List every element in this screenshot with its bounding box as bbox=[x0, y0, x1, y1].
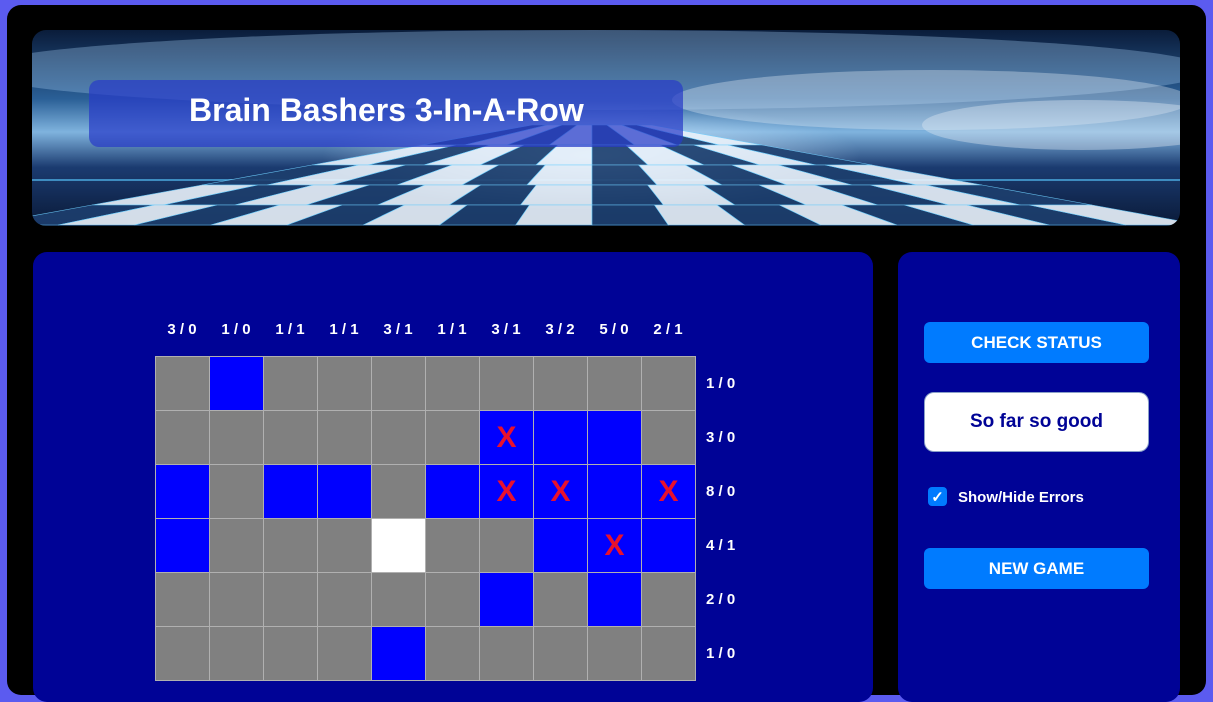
grid-cell[interactable] bbox=[210, 411, 264, 465]
check-status-button[interactable]: CHECK STATUS bbox=[924, 322, 1149, 363]
grid-cell[interactable] bbox=[588, 465, 642, 519]
puzzle-grid: XXXXX bbox=[155, 356, 696, 681]
grid-cell[interactable] bbox=[588, 627, 642, 681]
column-clue: 3 / 1 bbox=[491, 321, 521, 338]
grid-cell[interactable] bbox=[264, 357, 318, 411]
grid-cell[interactable] bbox=[156, 465, 210, 519]
grid-cell[interactable] bbox=[588, 411, 642, 465]
grid-cell[interactable] bbox=[264, 465, 318, 519]
grid-cell[interactable] bbox=[480, 519, 534, 573]
grid-cell[interactable] bbox=[372, 357, 426, 411]
error-mark: X bbox=[496, 474, 517, 508]
grid-cell[interactable] bbox=[534, 573, 588, 627]
error-mark: X bbox=[496, 420, 517, 454]
grid-cell[interactable] bbox=[156, 519, 210, 573]
show-errors-checkbox[interactable]: ✓ bbox=[928, 487, 947, 506]
grid-cell[interactable]: X bbox=[480, 465, 534, 519]
row-clue: 3 / 0 bbox=[706, 429, 736, 446]
grid-cell[interactable]: X bbox=[642, 465, 696, 519]
row-clue: 1 / 0 bbox=[706, 645, 736, 662]
grid-cell[interactable]: X bbox=[534, 465, 588, 519]
grid-cell[interactable]: X bbox=[588, 519, 642, 573]
checker-tile bbox=[515, 204, 593, 226]
grid-cell[interactable] bbox=[480, 573, 534, 627]
row-clue: 1 / 0 bbox=[706, 375, 736, 392]
grid-cell[interactable] bbox=[372, 519, 426, 573]
grid-cell[interactable] bbox=[210, 627, 264, 681]
grid-cell[interactable] bbox=[426, 573, 480, 627]
grid-cell[interactable] bbox=[372, 465, 426, 519]
grid-cell[interactable]: X bbox=[480, 411, 534, 465]
grid-cell[interactable] bbox=[264, 627, 318, 681]
error-mark: X bbox=[550, 474, 571, 508]
grid-cell[interactable] bbox=[318, 411, 372, 465]
grid-cell[interactable] bbox=[534, 519, 588, 573]
new-game-button[interactable]: NEW GAME bbox=[924, 548, 1149, 589]
grid-cell[interactable] bbox=[372, 411, 426, 465]
grid-cell[interactable] bbox=[318, 465, 372, 519]
grid-cell[interactable] bbox=[210, 519, 264, 573]
grid-cell[interactable] bbox=[318, 357, 372, 411]
grid-cell[interactable] bbox=[534, 411, 588, 465]
grid-cell[interactable] bbox=[642, 357, 696, 411]
grid-cell[interactable] bbox=[426, 357, 480, 411]
grid-cell[interactable] bbox=[264, 519, 318, 573]
error-mark: X bbox=[604, 528, 625, 562]
grid-cell[interactable] bbox=[318, 573, 372, 627]
grid-cell[interactable] bbox=[156, 627, 210, 681]
row-clue: 2 / 0 bbox=[706, 591, 736, 608]
grid-cell[interactable] bbox=[264, 573, 318, 627]
grid-cell[interactable] bbox=[372, 627, 426, 681]
row-clue: 4 / 1 bbox=[706, 537, 736, 554]
show-errors-label[interactable]: Show/Hide Errors bbox=[958, 489, 1084, 506]
grid-cell[interactable] bbox=[642, 627, 696, 681]
column-clue: 1 / 1 bbox=[329, 321, 359, 338]
column-clue: 3 / 0 bbox=[167, 321, 197, 338]
grid-cell[interactable] bbox=[642, 411, 696, 465]
column-clue: 3 / 1 bbox=[383, 321, 413, 338]
grid-cell[interactable] bbox=[588, 573, 642, 627]
grid-cell[interactable] bbox=[210, 465, 264, 519]
error-mark: X bbox=[658, 474, 679, 508]
column-clue: 1 / 1 bbox=[437, 321, 467, 338]
column-clue: 1 / 1 bbox=[275, 321, 305, 338]
grid-cell[interactable] bbox=[480, 357, 534, 411]
row-clue: 8 / 0 bbox=[706, 483, 736, 500]
column-clue: 2 / 1 bbox=[653, 321, 683, 338]
grid-cell[interactable] bbox=[318, 519, 372, 573]
grid-cell[interactable] bbox=[426, 465, 480, 519]
grid-cell[interactable] bbox=[264, 411, 318, 465]
header-banner: Brain Bashers 3-In-A-Row bbox=[32, 30, 1180, 226]
column-clue: 1 / 0 bbox=[221, 321, 251, 338]
controls-panel bbox=[898, 252, 1180, 702]
grid-cell[interactable] bbox=[156, 357, 210, 411]
grid-cell[interactable] bbox=[210, 357, 264, 411]
grid-cell[interactable] bbox=[534, 357, 588, 411]
column-clue: 5 / 0 bbox=[599, 321, 629, 338]
grid-cell[interactable] bbox=[480, 627, 534, 681]
grid-cell[interactable] bbox=[210, 573, 264, 627]
grid-cell[interactable] bbox=[642, 573, 696, 627]
checkmark-icon: ✓ bbox=[931, 488, 944, 506]
grid-cell[interactable] bbox=[318, 627, 372, 681]
grid-cell[interactable] bbox=[156, 411, 210, 465]
grid-cell[interactable] bbox=[426, 411, 480, 465]
grid-cell[interactable] bbox=[534, 627, 588, 681]
grid-cell[interactable] bbox=[426, 627, 480, 681]
grid-cell[interactable] bbox=[426, 519, 480, 573]
title-box: Brain Bashers 3-In-A-Row bbox=[89, 80, 683, 147]
page-title: Brain Bashers 3-In-A-Row bbox=[189, 92, 584, 128]
grid-cell[interactable] bbox=[588, 357, 642, 411]
column-clue: 3 / 2 bbox=[545, 321, 575, 338]
status-message: So far so good bbox=[924, 392, 1149, 452]
grid-cell[interactable] bbox=[372, 573, 426, 627]
grid-cell[interactable] bbox=[156, 573, 210, 627]
grid-cell[interactable] bbox=[642, 519, 696, 573]
